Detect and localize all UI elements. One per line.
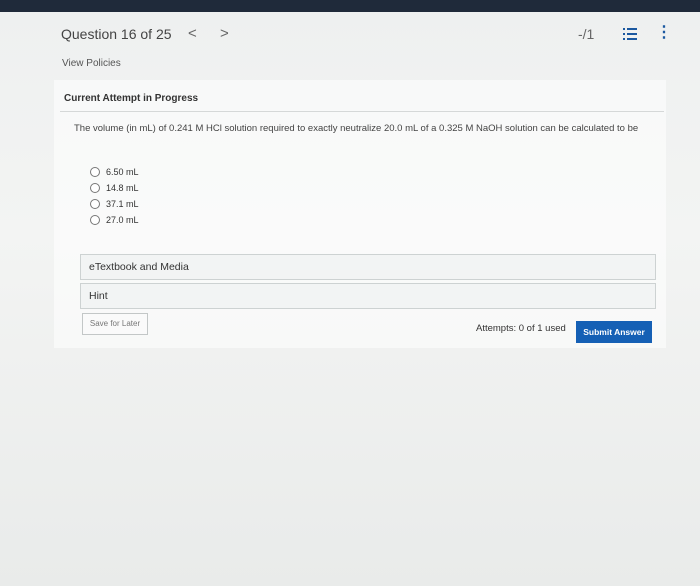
previous-question-button[interactable]: < xyxy=(188,25,197,42)
etextbook-label: eTextbook and Media xyxy=(89,261,189,273)
attempt-heading: Current Attempt in Progress xyxy=(64,93,199,104)
radio-button[interactable] xyxy=(90,215,100,225)
question-text: The volume (in mL) of 0.241 M HCl soluti… xyxy=(74,123,639,134)
answer-options: 6.50 mL 14.8 mL 37.1 mL 27.0 mL xyxy=(90,164,139,228)
attempts-counter: Attempts: 0 of 1 used xyxy=(476,323,566,334)
answer-option-label: 14.8 mL xyxy=(106,183,139,193)
next-question-button[interactable]: > xyxy=(220,25,229,42)
question-counter: Question 16 of 25 xyxy=(61,26,172,42)
submit-answer-button[interactable]: Submit Answer xyxy=(576,321,652,343)
answer-option[interactable]: 14.8 mL xyxy=(90,180,139,196)
hint-label: Hint xyxy=(89,290,108,302)
answer-option-label: 6.50 mL xyxy=(106,167,139,177)
radio-button[interactable] xyxy=(90,167,100,177)
radio-button[interactable] xyxy=(90,183,100,193)
question-list-icon[interactable] xyxy=(623,28,637,40)
answer-option[interactable]: 37.1 mL xyxy=(90,196,139,212)
etextbook-panel[interactable]: eTextbook and Media xyxy=(80,254,656,280)
save-for-later-button[interactable]: Save for Later xyxy=(82,313,148,335)
answer-option[interactable]: 6.50 mL xyxy=(90,164,139,180)
answer-option-label: 37.1 mL xyxy=(106,199,139,209)
view-policies-link[interactable]: View Policies xyxy=(62,58,121,69)
more-options-icon[interactable]: ⋮ xyxy=(656,25,672,41)
score: -/1 xyxy=(578,26,595,42)
answer-option[interactable]: 27.0 mL xyxy=(90,212,139,228)
header: Question 16 of 25 < > -/1 ⋮ xyxy=(0,12,700,56)
answer-option-label: 27.0 mL xyxy=(106,215,139,225)
radio-button[interactable] xyxy=(90,199,100,209)
hint-panel[interactable]: Hint xyxy=(80,283,656,309)
top-bar xyxy=(0,0,700,12)
